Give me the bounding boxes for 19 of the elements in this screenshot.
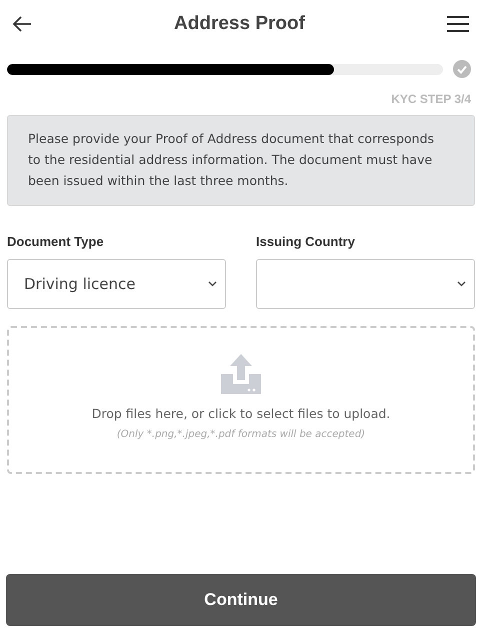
back-button[interactable] xyxy=(12,15,32,33)
field-label: Document Type xyxy=(7,234,105,249)
info-notice: Please provide your Proof of Address document that corresponds to the residential address information. The document must have been issued within the last three months. xyxy=(7,115,475,206)
menu-button[interactable] xyxy=(446,16,469,32)
field-label: Issuing Country xyxy=(256,234,356,249)
accepted-formats-note: (Only *.png,*.jpeg,*.pdf formats will be accepted) xyxy=(116,429,366,440)
back-arrow-icon xyxy=(12,15,32,33)
file-drop-zone[interactable]: Drop files here, or click to select files to upload. (Only *.png,*.jpeg,*.pdf formats will be accepted) xyxy=(7,326,475,474)
continue-button[interactable]: Continue xyxy=(6,574,476,626)
menu-icon xyxy=(446,16,469,32)
upload-instructions: Drop files here, or click to select files to upload. xyxy=(92,406,390,421)
upload-icon xyxy=(221,354,261,394)
page-title: Address Proof xyxy=(174,13,305,35)
select-field[interactable] xyxy=(256,259,475,309)
step-indicator: KYC STEP 3/4 xyxy=(390,92,471,106)
check-circle-icon xyxy=(453,60,471,78)
chevron-down-icon xyxy=(457,281,466,287)
chevron-down-icon xyxy=(208,281,217,287)
select-field[interactable]: Driving licence xyxy=(7,259,226,309)
